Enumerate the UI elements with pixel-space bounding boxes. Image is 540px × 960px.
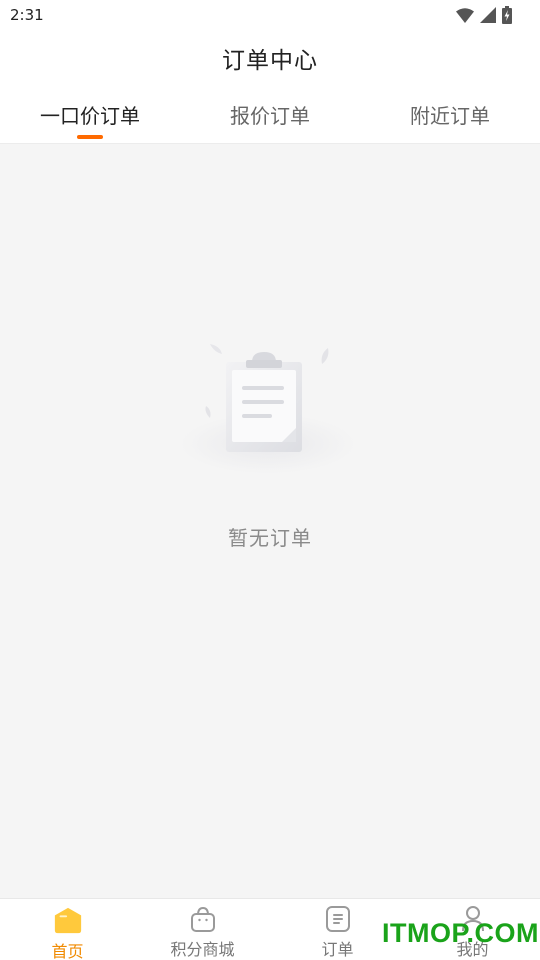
tab-label: 一口价订单 bbox=[40, 104, 140, 128]
tab-label: 报价订单 bbox=[230, 104, 310, 128]
order-list-icon bbox=[323, 905, 353, 933]
app-screen: 2:31 订单中心 一口价订单 报价订单 附近订单 暂无订单 首页 积分商城 订… bbox=[0, 0, 540, 960]
empty-message: 暂无订单 bbox=[228, 526, 312, 550]
nav-label: 首页 bbox=[51, 942, 84, 960]
cell-signal-icon bbox=[480, 7, 496, 23]
empty-state: 暂无订单 bbox=[0, 144, 540, 898]
tab-quote-orders[interactable]: 报价订单 bbox=[180, 86, 360, 143]
header: 订单中心 bbox=[0, 30, 540, 86]
watermark: ITMOP.COM bbox=[382, 918, 540, 948]
page-title: 订单中心 bbox=[222, 48, 318, 74]
tab-fixed-price-orders[interactable]: 一口价订单 bbox=[0, 86, 180, 143]
nav-label: 积分商城 bbox=[170, 940, 235, 959]
tab-nearby-orders[interactable]: 附近订单 bbox=[360, 86, 540, 143]
battery-charging-icon bbox=[502, 6, 512, 24]
wifi-icon bbox=[456, 7, 474, 23]
nav-label: 订单 bbox=[321, 940, 354, 959]
status-icons bbox=[456, 6, 512, 24]
tab-label: 附近订单 bbox=[410, 104, 490, 128]
tab-active-indicator bbox=[77, 135, 103, 139]
nav-item-home[interactable]: 首页 bbox=[0, 899, 135, 960]
order-tabs: 一口价订单 报价订单 附近订单 bbox=[0, 86, 540, 144]
nav-item-points-mall[interactable]: 积分商城 bbox=[135, 899, 270, 960]
status-bar: 2:31 bbox=[0, 0, 540, 30]
clipboard-empty-icon bbox=[180, 340, 360, 484]
shopping-bag-icon bbox=[188, 905, 218, 933]
home-icon bbox=[53, 905, 83, 935]
status-time: 2:31 bbox=[10, 6, 44, 24]
